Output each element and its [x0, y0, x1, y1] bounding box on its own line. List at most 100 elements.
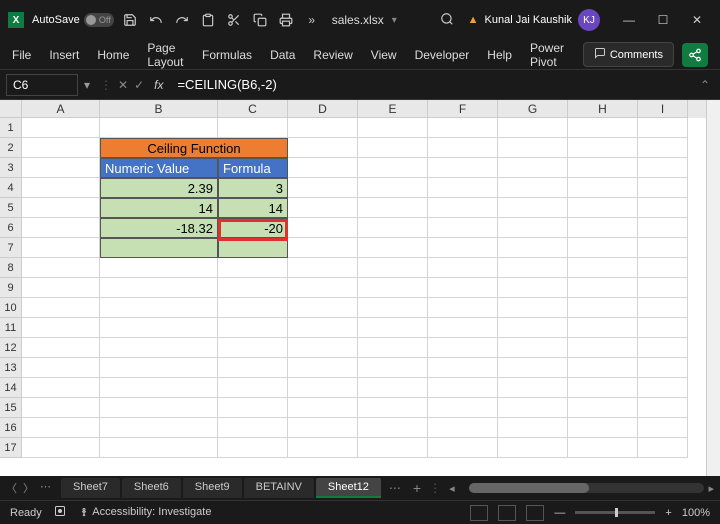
cell[interactable]: [498, 338, 568, 358]
cell[interactable]: [288, 398, 358, 418]
cell[interactable]: [428, 238, 498, 258]
row-header[interactable]: 14: [0, 378, 22, 398]
cell[interactable]: [498, 198, 568, 218]
cell[interactable]: [428, 198, 498, 218]
cell[interactable]: [638, 158, 688, 178]
add-sheet-button[interactable]: +: [413, 480, 421, 496]
cell[interactable]: [498, 238, 568, 258]
hscroll-left-icon[interactable]: ◂: [449, 482, 455, 495]
cell[interactable]: [428, 298, 498, 318]
cell[interactable]: [568, 298, 638, 318]
cell[interactable]: [428, 418, 498, 438]
name-box-dropdown-icon[interactable]: ▾: [80, 78, 94, 92]
copy-icon[interactable]: [252, 12, 268, 28]
cancel-formula-icon[interactable]: ✕: [118, 78, 128, 92]
tab-power-pivot[interactable]: Power Pivot: [530, 41, 565, 69]
col-header-a[interactable]: A: [22, 100, 100, 118]
cell[interactable]: [568, 398, 638, 418]
cell[interactable]: [428, 398, 498, 418]
tab-formulas[interactable]: Formulas: [202, 48, 252, 62]
cell[interactable]: [218, 438, 288, 458]
save-icon[interactable]: [122, 12, 138, 28]
cell[interactable]: [638, 438, 688, 458]
cell[interactable]: [638, 218, 688, 238]
cell[interactable]: [428, 278, 498, 298]
cell[interactable]: [428, 118, 498, 138]
cell[interactable]: [638, 138, 688, 158]
cell[interactable]: [22, 198, 100, 218]
cell[interactable]: [498, 178, 568, 198]
cell[interactable]: [358, 258, 428, 278]
page-break-view-button[interactable]: [526, 505, 544, 521]
sheet-menu-icon[interactable]: ⋯: [40, 480, 51, 496]
cell[interactable]: [288, 298, 358, 318]
table-cell[interactable]: 3: [218, 178, 288, 198]
cell[interactable]: [568, 278, 638, 298]
cell[interactable]: [568, 378, 638, 398]
cell[interactable]: [100, 338, 218, 358]
horizontal-scrollbar[interactable]: [469, 483, 705, 493]
cell[interactable]: [358, 238, 428, 258]
col-header-h[interactable]: H: [568, 100, 638, 118]
tab-home[interactable]: Home: [97, 48, 129, 62]
row-header[interactable]: 5: [0, 198, 22, 218]
fx-icon[interactable]: fx: [154, 78, 163, 92]
print-icon[interactable]: [278, 12, 294, 28]
cell[interactable]: [358, 338, 428, 358]
cell[interactable]: [100, 378, 218, 398]
close-button[interactable]: ✕: [682, 5, 712, 35]
cell[interactable]: [498, 378, 568, 398]
clipboard-icon[interactable]: [200, 12, 216, 28]
cell[interactable]: [218, 398, 288, 418]
cell[interactable]: [22, 318, 100, 338]
user-account[interactable]: ▲ Kunal Jai Kaushik KJ: [468, 9, 600, 31]
cell[interactable]: [288, 338, 358, 358]
cell[interactable]: [358, 298, 428, 318]
cell[interactable]: [100, 298, 218, 318]
cell[interactable]: [22, 378, 100, 398]
share-button[interactable]: [682, 43, 708, 67]
cell[interactable]: [22, 398, 100, 418]
cell[interactable]: [428, 258, 498, 278]
cell[interactable]: [568, 158, 638, 178]
undo-icon[interactable]: [148, 12, 164, 28]
row-header[interactable]: 2: [0, 138, 22, 158]
cell[interactable]: [568, 238, 638, 258]
cell[interactable]: [428, 338, 498, 358]
cell[interactable]: [22, 178, 100, 198]
formula-input[interactable]: [173, 74, 693, 96]
cell[interactable]: [428, 218, 498, 238]
cell[interactable]: [358, 158, 428, 178]
cell[interactable]: [638, 358, 688, 378]
cell[interactable]: [22, 258, 100, 278]
cell[interactable]: [218, 418, 288, 438]
cell[interactable]: [288, 238, 358, 258]
cell[interactable]: [498, 158, 568, 178]
cell[interactable]: [218, 318, 288, 338]
col-header-e[interactable]: E: [358, 100, 428, 118]
row-header[interactable]: 4: [0, 178, 22, 198]
cell[interactable]: [288, 178, 358, 198]
table-cell[interactable]: [100, 238, 218, 258]
cell[interactable]: [288, 378, 358, 398]
cell[interactable]: [22, 118, 100, 138]
cell[interactable]: [498, 218, 568, 238]
cell[interactable]: [358, 438, 428, 458]
table-cell[interactable]: [218, 238, 288, 258]
tab-data[interactable]: Data: [270, 48, 295, 62]
more-icon[interactable]: »: [304, 12, 320, 28]
row-header[interactable]: 11: [0, 318, 22, 338]
cell[interactable]: [568, 258, 638, 278]
cell[interactable]: [100, 318, 218, 338]
row-header[interactable]: 8: [0, 258, 22, 278]
cell[interactable]: [218, 118, 288, 138]
cell[interactable]: [100, 398, 218, 418]
accessibility-status[interactable]: Accessibility: Investigate: [78, 506, 212, 518]
cell[interactable]: [638, 258, 688, 278]
cell[interactable]: [22, 358, 100, 378]
cell[interactable]: [22, 138, 100, 158]
cell[interactable]: [358, 358, 428, 378]
col-header-g[interactable]: G: [498, 100, 568, 118]
expand-formula-bar-icon[interactable]: ⌃: [696, 78, 714, 92]
cell[interactable]: [22, 298, 100, 318]
